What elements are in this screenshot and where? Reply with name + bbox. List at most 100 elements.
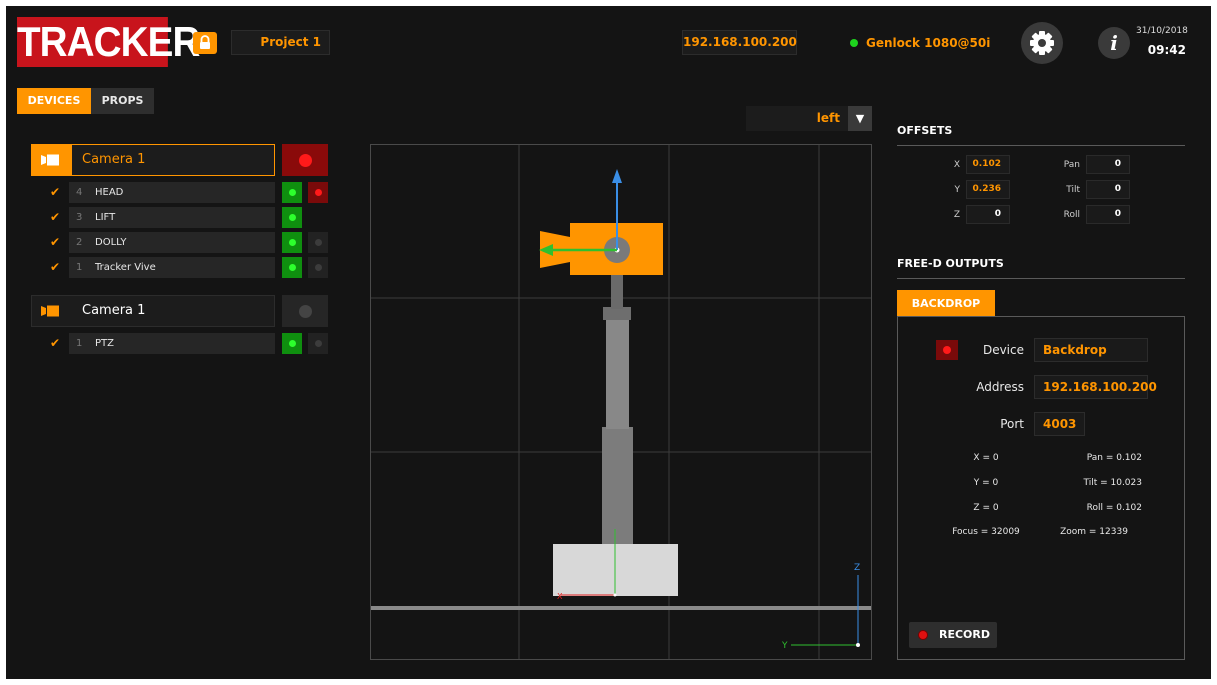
device-row[interactable]: 1 PTZ <box>69 333 275 354</box>
camera-name: Camera 1 <box>82 303 146 318</box>
offset-x-label: X <box>953 160 960 170</box>
camera-header[interactable]: Camera 1 <box>31 144 275 176</box>
device-number: 3 <box>76 212 83 223</box>
device-number: 4 <box>76 187 83 198</box>
device-status-indicator <box>282 207 302 228</box>
camera-name: Camera 1 <box>82 152 146 167</box>
port-field[interactable]: 4003 <box>1034 412 1085 436</box>
output-roll-value: Roll = 0.102 <box>1086 503 1142 513</box>
3d-viewport[interactable]: X Z Y <box>370 144 872 660</box>
offset-y-field[interactable]: 0.236 <box>966 180 1010 199</box>
device-status-indicator <box>282 232 302 253</box>
camera-header[interactable]: Camera 1 <box>31 295 275 327</box>
base-x-label: X <box>557 592 563 601</box>
date-display: 31/10/2018 <box>1136 26 1188 36</box>
output-x-value: X = 0 <box>973 453 999 463</box>
project-name-field[interactable]: Project 1 <box>231 30 330 55</box>
offset-x-field[interactable]: 0.102 <box>966 155 1010 174</box>
tab-backdrop[interactable]: BACKDROP <box>897 290 995 317</box>
output-zoom-value: Zoom = 12339 <box>1060 527 1128 537</box>
device-row[interactable]: 1 Tracker Vive <box>69 257 275 278</box>
offset-roll-label: Roll <box>1063 210 1080 220</box>
offset-z-label: Z <box>953 210 960 220</box>
device-row[interactable]: 3 LIFT <box>69 207 275 228</box>
check-icon[interactable]: ✔ <box>48 207 62 228</box>
offset-pan-field[interactable]: 0 <box>1086 155 1130 174</box>
tab-props[interactable]: PROPS <box>91 88 154 114</box>
output-z-value: Z = 0 <box>973 503 999 513</box>
record-dot-icon <box>298 153 312 167</box>
axis-y-label: Y <box>781 641 788 651</box>
check-icon[interactable]: ✔ <box>48 257 62 278</box>
device-label: HEAD <box>95 187 124 198</box>
info-icon: i <box>1110 31 1118 55</box>
device-record-toggle[interactable] <box>308 333 328 354</box>
lift-lower <box>602 427 633 544</box>
freed-outputs-title: FREE-D OUTPUTS <box>897 257 1185 279</box>
app-window: TRACKER Project 1 192.168.100.200 Genloc… <box>6 6 1211 679</box>
lift-upper <box>606 319 629 429</box>
device-label: DOLLY <box>95 237 127 248</box>
device-record-toggle[interactable] <box>308 232 328 253</box>
port-field-label: Port <box>1000 417 1024 431</box>
record-button-label: RECORD <box>939 628 991 641</box>
device-label: LIFT <box>95 212 116 223</box>
time-display: 09:42 <box>1147 43 1186 57</box>
device-status-indicator <box>282 333 302 354</box>
device-label: PTZ <box>95 338 114 349</box>
view-select-value: left <box>816 111 840 125</box>
tab-devices[interactable]: DEVICES <box>17 88 91 114</box>
record-dot-icon <box>298 304 312 318</box>
address-field[interactable]: 192.168.100.200 <box>1034 375 1157 399</box>
info-button[interactable]: i <box>1098 27 1130 59</box>
axis-z-label: Z <box>854 563 860 573</box>
offset-z-field[interactable]: 0 <box>966 205 1010 224</box>
device-row[interactable]: 4 HEAD <box>69 182 275 203</box>
device-status-indicator <box>282 257 302 278</box>
check-icon[interactable]: ✔ <box>48 182 62 203</box>
app-logo: TRACKER <box>17 17 200 67</box>
output-enable-toggle[interactable] <box>936 340 958 360</box>
settings-gear-button[interactable] <box>1021 22 1063 64</box>
record-dot-icon <box>919 631 927 639</box>
check-icon[interactable]: ✔ <box>48 232 62 253</box>
device-number: 1 <box>76 338 83 349</box>
camera-record-button[interactable] <box>282 144 328 176</box>
camera-record-button[interactable] <box>282 295 328 327</box>
output-pan-value: Pan = 0.102 <box>1086 453 1142 463</box>
offset-tilt-field[interactable]: 0 <box>1086 180 1130 199</box>
record-dot-icon <box>943 346 951 354</box>
device-number: 1 <box>76 262 83 273</box>
offsets-title: OFFSETS <box>897 124 1185 146</box>
device-number: 2 <box>76 237 83 248</box>
lock-icon[interactable] <box>193 32 217 54</box>
record-button[interactable]: RECORD <box>909 622 997 648</box>
genlock-label: Genlock 1080@50i <box>866 36 991 50</box>
device-field-label: Device <box>982 343 1024 357</box>
ip-address-display: 192.168.100.200 <box>682 30 797 55</box>
output-y-value: Y = 0 <box>973 478 999 488</box>
device-record-toggle[interactable] <box>308 182 328 203</box>
offset-y-label: Y <box>954 185 961 195</box>
device-record-toggle[interactable] <box>308 257 328 278</box>
view-select[interactable]: left ▼ <box>746 106 872 131</box>
offset-tilt-label: Tilt <box>1066 185 1080 195</box>
camera-icon <box>32 296 72 326</box>
device-row[interactable]: 2 DOLLY <box>69 232 275 253</box>
offset-roll-field[interactable]: 0 <box>1086 205 1130 224</box>
floor-line <box>371 606 871 610</box>
address-field-label: Address <box>976 380 1024 394</box>
gear-icon <box>1030 31 1054 55</box>
check-icon[interactable]: ✔ <box>48 333 62 354</box>
device-label: Tracker Vive <box>95 262 156 273</box>
camera-icon <box>32 145 72 175</box>
genlock-status: Genlock 1080@50i <box>850 35 990 51</box>
freed-output-panel <box>897 316 1185 660</box>
chevron-down-icon[interactable]: ▼ <box>848 106 872 131</box>
genlock-status-dot <box>850 39 858 47</box>
device-status-indicator <box>282 182 302 203</box>
output-focus-value: Focus = 32009 <box>952 527 1020 537</box>
device-field[interactable]: Backdrop <box>1034 338 1148 362</box>
offset-pan-label: Pan <box>1063 160 1080 170</box>
output-tilt-value: Tilt = 10.023 <box>1083 478 1142 488</box>
